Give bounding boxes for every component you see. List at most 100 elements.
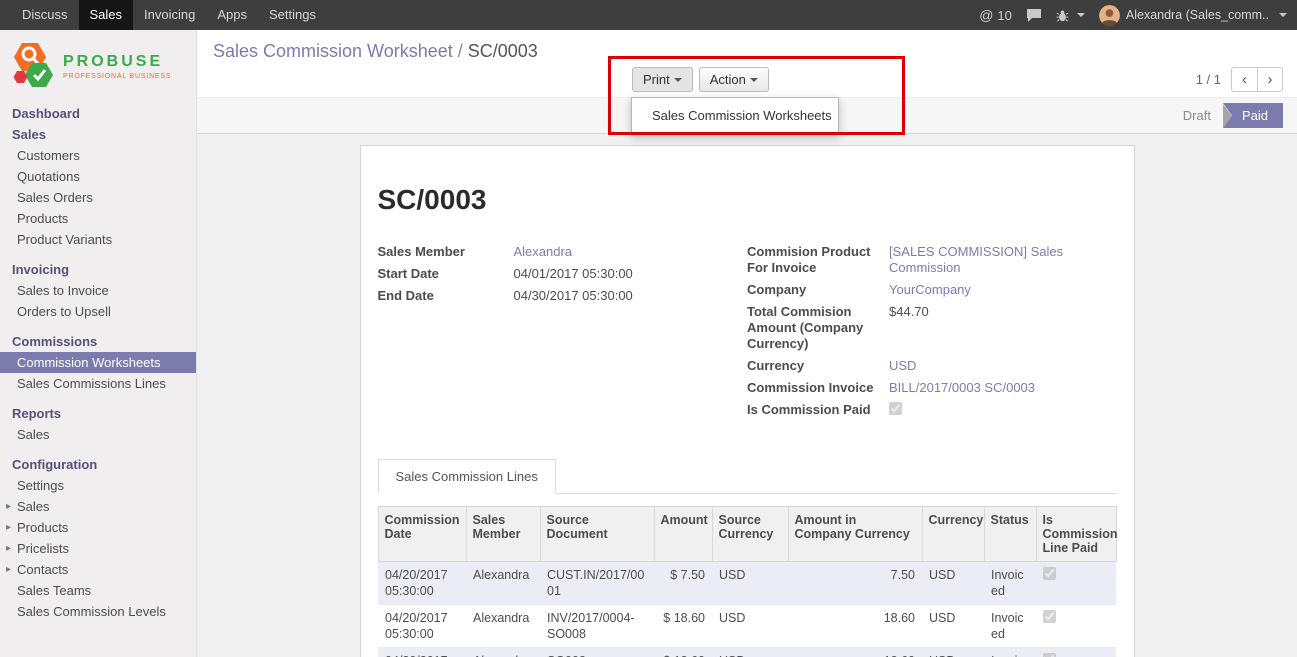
breadcrumb-parent[interactable]: Sales Commission Worksheet xyxy=(213,41,453,61)
table-cell: SO008 xyxy=(540,648,654,657)
app-logo[interactable]: PROBUSE PROFESSIONAL BUSINESS xyxy=(0,30,196,103)
user-menu[interactable]: Alexandra (Sales_comm.. xyxy=(1099,5,1287,26)
sidebar-item-reports[interactable]: Reports xyxy=(0,403,196,424)
is-commission-paid-checkbox[interactable] xyxy=(889,402,902,415)
table-cell: 04/20/2017 05:30:00 xyxy=(378,562,466,605)
messages-icon[interactable] xyxy=(1026,8,1042,23)
breadcrumb-separator: / xyxy=(453,41,468,61)
sidebar-item-dashboard[interactable]: Dashboard xyxy=(0,103,196,124)
sidebar-item-sales[interactable]: Sales xyxy=(0,424,196,445)
sidebar-item-invoicing[interactable]: Invoicing xyxy=(0,259,196,280)
column-header-amount[interactable]: Amount xyxy=(654,507,712,562)
sidebar-item-sales-orders[interactable]: Sales Orders xyxy=(0,187,196,208)
table-cell: Alexandra xyxy=(466,605,540,648)
pager-next-button[interactable]: › xyxy=(1257,67,1283,92)
line-paid-checkbox[interactable] xyxy=(1043,653,1056,657)
field-value-company[interactable]: YourCompany xyxy=(889,282,971,298)
topbar-menu-discuss[interactable]: Discuss xyxy=(11,0,79,30)
mention-counter[interactable]: @ 10 xyxy=(979,7,1012,23)
column-header-commission-date[interactable]: Commission Date xyxy=(378,507,466,562)
table-cell: 7.50 xyxy=(788,562,922,605)
topbar-menu-apps[interactable]: Apps xyxy=(206,0,258,30)
sidebar-item-commission-worksheets[interactable]: Commission Worksheets xyxy=(0,352,196,373)
action-button-label: Action xyxy=(710,72,746,87)
pager-buttons: ‹ › xyxy=(1231,67,1283,92)
menu-item-sales-commission-worksheets[interactable]: Sales Commission Worksheets xyxy=(632,102,838,129)
table-cell: USD xyxy=(712,562,788,605)
topbar-menu-settings[interactable]: Settings xyxy=(258,0,327,30)
sidebar-item-contacts[interactable]: ▸Contacts xyxy=(0,559,196,580)
table-cell: Invoiced xyxy=(984,648,1036,657)
sidebar-item-sales-commissions-lines[interactable]: Sales Commissions Lines xyxy=(0,373,196,394)
table-row[interactable]: 04/20/2017 10:35:53AlexandraSO008$ 18.60… xyxy=(378,648,1116,657)
field-label: Currency xyxy=(747,358,889,374)
sidebar-item-label: Commission Worksheets xyxy=(17,355,161,370)
sidebar-item-settings[interactable]: Settings xyxy=(0,475,196,496)
sidebar-item-quotations[interactable]: Quotations xyxy=(0,166,196,187)
table-cell: CUST.IN/2017/0001 xyxy=(540,562,654,605)
table-row[interactable]: 04/20/2017 05:30:00AlexandraCUST.IN/2017… xyxy=(378,562,1116,605)
sidebar-item-commissions[interactable]: Commissions xyxy=(0,331,196,352)
field-value-commission-invoice[interactable]: BILL/2017/0003 SC/0003 xyxy=(889,380,1035,396)
sidebar-item-label: Invoicing xyxy=(12,262,69,277)
table-cell: 18.60 xyxy=(788,605,922,648)
probuse-logo-icon xyxy=(12,41,56,91)
column-header-amount-in-company-currency[interactable]: Amount in Company Currency xyxy=(788,507,922,562)
sidebar-item-orders-to-upsell[interactable]: Orders to Upsell xyxy=(0,301,196,322)
column-header-source-document[interactable]: Source Document xyxy=(540,507,654,562)
table-header-row: Commission DateSales MemberSource Docume… xyxy=(378,507,1116,562)
debug-menu[interactable] xyxy=(1056,9,1085,22)
form-sheet: SC/0003 Sales MemberAlexandraStart Date0… xyxy=(360,145,1135,657)
caret-down-icon xyxy=(750,78,758,82)
sidebar-item-customers[interactable]: Customers xyxy=(0,145,196,166)
print-button[interactable]: Print xyxy=(632,67,693,92)
table-cell: 04/20/2017 05:30:00 xyxy=(378,605,466,648)
sidebar-item-products[interactable]: Products xyxy=(0,208,196,229)
sidebar-item-label: Quotations xyxy=(17,169,80,184)
sidebar-item-sales[interactable]: Sales xyxy=(0,124,196,145)
sidebar-item-sales-to-invoice[interactable]: Sales to Invoice xyxy=(0,280,196,301)
status-draft[interactable]: Draft xyxy=(1171,103,1223,128)
content-area: SC/0003 Sales MemberAlexandraStart Date0… xyxy=(197,134,1297,657)
field-label: End Date xyxy=(378,288,514,304)
field-value-commision-product-for-invoice[interactable]: [SALES COMMISSION] Sales Commission xyxy=(889,244,1117,276)
statusbar-arrow-icon xyxy=(1223,104,1232,128)
field-value-currency[interactable]: USD xyxy=(889,358,916,374)
table-cell: Alexandra xyxy=(466,562,540,605)
field-group-left: Sales MemberAlexandraStart Date04/01/201… xyxy=(378,244,748,425)
sidebar-item-configuration[interactable]: Configuration xyxy=(0,454,196,475)
sidebar-item-sales[interactable]: ▸Sales xyxy=(0,496,196,517)
line-paid-checkbox[interactable] xyxy=(1043,567,1056,580)
field-label: Total Commision Amount (Company Currency… xyxy=(747,304,889,352)
sidebar-item-label: Pricelists xyxy=(17,541,69,556)
field-label: Start Date xyxy=(378,266,514,282)
topbar-menu-invoicing[interactable]: Invoicing xyxy=(133,0,206,30)
column-header-sales-member[interactable]: Sales Member xyxy=(466,507,540,562)
line-paid-checkbox[interactable] xyxy=(1043,610,1056,623)
table-cell: $ 18.60 xyxy=(654,605,712,648)
topbar-menu-sales[interactable]: Sales xyxy=(79,0,134,30)
field-row-end-date: End Date04/30/2017 05:30:00 xyxy=(378,288,748,304)
sidebar-item-pricelists[interactable]: ▸Pricelists xyxy=(0,538,196,559)
field-row-is-commission-paid: Is Commission Paid xyxy=(747,402,1117,419)
sidebar-item-label: Customers xyxy=(17,148,80,163)
sidebar-item-label: Reports xyxy=(12,406,61,421)
pager-previous-button[interactable]: ‹ xyxy=(1231,67,1257,92)
chevron-right-icon: ▸ xyxy=(6,562,11,577)
column-header-status[interactable]: Status xyxy=(984,507,1036,562)
column-header-is-commission-line-paid[interactable]: Is Commission Line Paid xyxy=(1036,507,1116,562)
sidebar-item-products[interactable]: ▸Products xyxy=(0,517,196,538)
sidebar-item-sales-teams[interactable]: Sales Teams xyxy=(0,580,196,601)
avatar xyxy=(1099,5,1120,26)
status-paid[interactable]: Paid xyxy=(1223,103,1283,128)
column-header-source-currency[interactable]: Source Currency xyxy=(712,507,788,562)
statusbar: DraftPaid xyxy=(1171,98,1283,133)
table-row[interactable]: 04/20/2017 05:30:00AlexandraINV/2017/000… xyxy=(378,605,1116,648)
field-row-company: CompanyYourCompany xyxy=(747,282,1117,298)
action-button[interactable]: Action xyxy=(699,67,769,92)
tab-sales-commission-lines[interactable]: Sales Commission Lines xyxy=(378,459,556,494)
field-value-sales-member[interactable]: Alexandra xyxy=(514,244,573,260)
sidebar-item-product-variants[interactable]: Product Variants xyxy=(0,229,196,250)
sidebar-item-sales-commission-levels[interactable]: Sales Commission Levels xyxy=(0,601,196,622)
column-header-currency[interactable]: Currency xyxy=(922,507,984,562)
